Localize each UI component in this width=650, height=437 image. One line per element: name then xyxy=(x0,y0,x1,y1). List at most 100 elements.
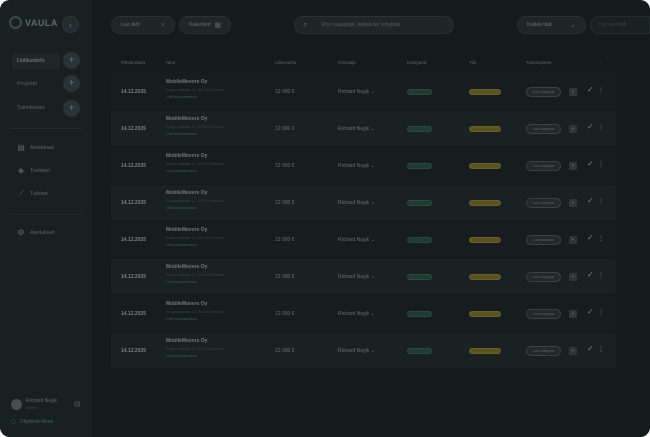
column-header-date[interactable]: Päivämäärä xyxy=(121,60,145,65)
more-options-icon[interactable]: ⋮ xyxy=(598,309,604,316)
table-row[interactable]: 14.12.2025 MobileMovers Oy Kaupunkikatu … xyxy=(111,110,616,146)
document-icon[interactable]: ▪ xyxy=(569,272,577,281)
bottom-link[interactable]: ▢ Ohjelmat tässä xyxy=(11,419,53,425)
document-icon[interactable]: ▪ xyxy=(569,346,577,355)
create-deal-button[interactable]: Luo kauppa xyxy=(526,308,561,319)
document-icon[interactable]: ▪ xyxy=(569,235,577,244)
user-profile[interactable]: Richard Nuyjk Admin xyxy=(11,398,57,410)
column-header-name[interactable]: Nimi xyxy=(166,60,175,65)
sidebar-item-projects[interactable]: Projektit xyxy=(12,76,60,92)
table-row[interactable]: 14.12.2025 MobileMovers Oy Kaupunkikatu … xyxy=(111,184,616,220)
row-owner[interactable]: Richard Nuyjk ⌄ xyxy=(338,126,375,132)
row-company-name[interactable]: MobileMovers Oy xyxy=(166,116,207,122)
avatar xyxy=(11,398,22,410)
row-owner[interactable]: Richard Nuyjk ⌄ xyxy=(338,237,375,243)
add-delivery-button[interactable]: + xyxy=(63,100,80,117)
document-icon[interactable]: ▪ xyxy=(569,87,577,96)
document-icon[interactable]: ▪ xyxy=(569,309,577,318)
table-row[interactable]: 14.12.2025 MobileMovers Oy Kaupunkikatu … xyxy=(111,295,616,331)
filter-chip-create[interactable]: Luo liidi × xyxy=(111,16,175,34)
table-row[interactable]: 14.12.2025 MobileMovers Oy Kaupunkikatu … xyxy=(111,332,616,368)
search-input[interactable]: ⌕ Etsi kauppoja, liidejä tai yrityksiä xyxy=(294,16,454,34)
sidebar-item-customers[interactable]: ▤ Asiakkaat xyxy=(17,144,54,152)
sidebar-item-results[interactable]: ⟋ Tuloset xyxy=(17,190,48,198)
row-date: 14.12.2025 xyxy=(121,273,147,280)
create-lead-button[interactable]: Luo uusi liidi xyxy=(590,16,650,34)
create-deal-button[interactable]: Luo kauppa xyxy=(526,160,561,171)
check-icon[interactable]: ✓ xyxy=(587,344,594,353)
owner-name: Richard Nuyjk xyxy=(338,273,370,280)
check-icon[interactable]: ✓ xyxy=(587,85,594,94)
sidebar-item-deliveries[interactable]: Toimitukset xyxy=(12,100,60,116)
chevron-down-icon: ⌄ xyxy=(370,347,375,354)
filter-chip-calendar[interactable]: Kalenteri ▦ xyxy=(179,16,231,34)
document-icon[interactable]: ▪ xyxy=(569,161,577,170)
document-icon[interactable]: ▪ xyxy=(569,198,577,207)
add-project-button[interactable]: + xyxy=(63,75,80,92)
row-owner[interactable]: Richard Nuyjk ⌄ xyxy=(338,163,375,169)
more-options-icon[interactable]: ⋮ xyxy=(598,346,604,353)
row-company-name[interactable]: MobileMovers Oy xyxy=(166,264,207,270)
user-menu-icon[interactable]: ▤ xyxy=(74,400,81,408)
row-owner[interactable]: Richard Nuyjk ⌄ xyxy=(338,311,375,317)
leads-table: Päivämäärä Nimi Liikevaihto Omistaja Kat… xyxy=(111,56,616,368)
more-options-icon[interactable]: ⋮ xyxy=(598,272,604,279)
column-header-actions[interactable]: Toimenpiteet xyxy=(526,60,552,65)
create-deal-button[interactable]: Luo kauppa xyxy=(526,123,561,134)
row-company-name[interactable]: MobileMovers Oy xyxy=(166,190,207,196)
row-company-name[interactable]: MobileMovers Oy xyxy=(166,79,207,85)
row-company-name[interactable]: MobileMovers Oy xyxy=(166,338,207,344)
plus-icon: + xyxy=(68,78,75,89)
category-badge xyxy=(407,199,432,206)
row-owner[interactable]: Richard Nuyjk ⌄ xyxy=(338,89,375,95)
row-company-name[interactable]: MobileMovers Oy xyxy=(166,301,207,307)
table-row[interactable]: 14.12.2025 MobileMovers Oy Kaupunkikatu … xyxy=(111,258,616,294)
column-header-owner[interactable]: Omistaja xyxy=(338,60,356,65)
more-options-icon[interactable]: ⋮ xyxy=(598,87,604,94)
sidebar-item-settings[interactable]: ⚙ Asetukset xyxy=(17,229,54,237)
column-header-status[interactable]: Tila xyxy=(469,60,476,65)
row-owner[interactable]: Richard Nuyjk ⌄ xyxy=(338,274,375,280)
add-lead-button[interactable]: + xyxy=(63,52,80,69)
chevron-down-icon: ⌄ xyxy=(370,162,375,169)
create-deal-button[interactable]: Luo kauppa xyxy=(526,234,561,245)
column-header-revenue[interactable]: Liikevaihto xyxy=(275,60,296,65)
check-icon[interactable]: ✓ xyxy=(587,159,594,168)
check-icon[interactable]: ✓ xyxy=(587,233,594,242)
more-options-icon[interactable]: ⋮ xyxy=(598,198,604,205)
document-icon[interactable]: ▪ xyxy=(569,124,577,133)
row-owner[interactable]: Richard Nuyjk ⌄ xyxy=(338,200,375,206)
check-icon[interactable]: ✓ xyxy=(587,196,594,205)
status-badge xyxy=(469,310,501,317)
column-header-category[interactable]: Kategoria xyxy=(407,60,426,65)
create-deal-button[interactable]: Luo kauppa xyxy=(526,197,561,208)
row-company-name[interactable]: MobileMovers Oy xyxy=(166,153,207,159)
column-header-more[interactable]: ⋯ xyxy=(598,60,603,66)
create-deal-button[interactable]: Luo kauppa xyxy=(526,86,561,97)
create-deal-button[interactable]: Luo kauppa xyxy=(526,345,561,356)
more-options-icon[interactable]: ⋮ xyxy=(598,124,604,131)
close-icon[interactable]: × xyxy=(161,22,165,29)
owner-name: Richard Nuyjk xyxy=(338,347,370,354)
check-icon[interactable]: ✓ xyxy=(587,122,594,131)
owner-name: Richard Nuyjk xyxy=(338,310,370,317)
table-row[interactable]: 14.12.2025 MobileMovers Oy Kaupunkikatu … xyxy=(111,221,616,257)
table-row[interactable]: 14.12.2025 MobileMovers Oy Kaupunkikatu … xyxy=(111,73,616,109)
sidebar-item-leads[interactable]: Liidiluettelo xyxy=(12,53,60,69)
status-dropdown[interactable]: Kaikki tilat ⌄ xyxy=(517,16,586,34)
row-company-name[interactable]: MobileMovers Oy xyxy=(166,227,207,233)
more-options-icon[interactable]: ⋮ xyxy=(598,161,604,168)
chevron-down-icon: ⌄ xyxy=(370,236,375,243)
sidebar-item-products[interactable]: ◈ Tuotteet xyxy=(17,167,50,175)
more-options-icon[interactable]: ⋮ xyxy=(598,235,604,242)
table-row[interactable]: 14.12.2025 MobileMovers Oy Kaupunkikatu … xyxy=(111,147,616,183)
create-deal-button[interactable]: Luo kauppa xyxy=(526,271,561,282)
collapse-sidebar-button[interactable]: ‹ xyxy=(62,16,79,33)
category-badge xyxy=(407,88,432,95)
row-owner[interactable]: Richard Nuyjk ⌄ xyxy=(338,348,375,354)
row-address: Kaupunkikatu 12, 00100 Helsinki xyxy=(166,197,225,203)
row-lead-status: Liidi kokoamassa xyxy=(166,352,197,358)
check-icon[interactable]: ✓ xyxy=(587,270,594,279)
check-icon[interactable]: ✓ xyxy=(587,307,594,316)
owner-name: Richard Nuyjk xyxy=(338,199,370,206)
